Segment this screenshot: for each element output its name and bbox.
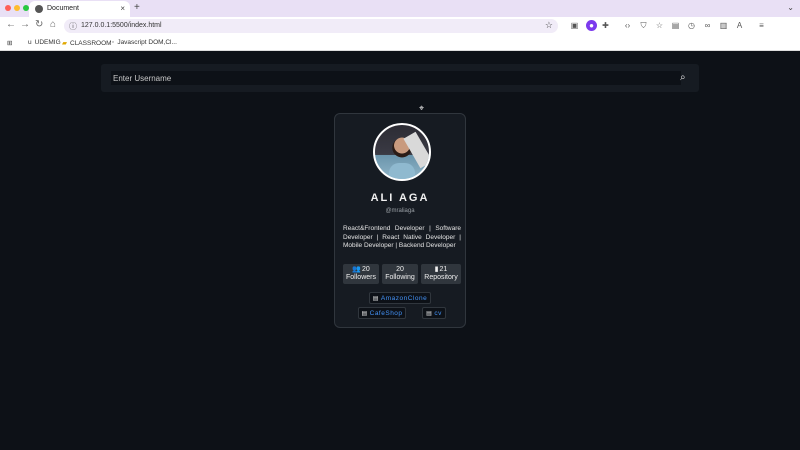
address-url: 127.0.0.1:5500/index.html [81,22,162,29]
address-bar[interactable]: ⓘ 127.0.0.1:5500/index.html ☆ [64,19,558,33]
search-bar [101,64,699,92]
tab-search-icon[interactable]: ⌄ [787,3,794,12]
bookmark-favicon-icon: u [28,39,32,46]
repo-link-cv[interactable]: ▤ cv [422,307,446,319]
following-label: Following [385,274,415,281]
home-icon[interactable]: ⌂ [50,19,56,30]
code-icon[interactable]: ‹› [622,20,633,31]
book-icon: ▤ [426,311,433,317]
profile-username: @mraliaga [385,208,415,214]
repositories-stat[interactable]: ▮21 Repository [421,264,461,284]
book-icon: ▤ [361,311,368,317]
profile-avatar-image [373,123,431,181]
browser-tab[interactable]: Document × [29,1,130,17]
minimize-window-button[interactable] [14,5,20,11]
reload-icon[interactable]: ↻ [35,19,43,30]
globe-icon [35,5,43,13]
followers-stat[interactable]: 👥20 Followers [343,264,379,284]
repo-link-amazonclone[interactable]: ▤ AmazonClone [369,292,431,304]
repositories-count: 21 [439,266,448,273]
repo-link-cafeshop[interactable]: ▤ CafeShop [358,307,406,319]
site-info-icon[interactable]: ⓘ [69,21,77,32]
bookmarks-bar: ⊞ u UDEMIG ▰ CLASSROOM ◦ Javascript DOM,Cl.… [0,35,800,51]
translate-icon[interactable]: A [734,20,745,31]
bookmark-udemig[interactable]: u UDEMIG [28,39,61,46]
extensions-puzzle-icon[interactable]: ✚ [600,20,611,31]
extension-icon[interactable]: ▣ [569,20,580,31]
sidepanel-icon[interactable]: ▥ [718,20,729,31]
browser-tabstrip: Document × + ⌄ [0,0,800,17]
history-icon[interactable]: ◷ [686,20,697,31]
following-stat[interactable]: 20 Following [382,264,418,284]
profile-bio: React&Frontend Developer | Software Deve… [343,225,461,249]
close-window-button[interactable] [5,5,11,11]
book-icon: ▤ [372,296,379,302]
followers-count: 20 [361,266,370,273]
shield-icon[interactable]: ⛉ [638,20,649,31]
repositories-label: Repository [424,274,458,281]
username-search-input[interactable] [111,71,681,85]
link-icon[interactable]: ∞ [702,20,713,31]
browser-toolbar: ← → ↻ ⌂ ⓘ 127.0.0.1:5500/index.html ☆ ▣ … [0,17,800,48]
bookmark-icon: ▮ [434,266,439,273]
followers-label: Followers [346,274,376,281]
following-count: 20 [396,266,404,273]
bookmark-favicon-icon: ◦ [112,39,115,46]
new-tab-button[interactable]: + [134,2,140,13]
bookmark-classroom[interactable]: ▰ CLASSROOM [62,39,112,47]
extension-purple-icon[interactable]: ● [586,20,597,31]
bookmark-javascript-dom[interactable]: ◦ Javascript DOM,Cl... [112,39,177,46]
forward-icon[interactable]: → [20,19,30,30]
profile-name: ALI AGA [370,192,430,204]
classroom-icon: ▰ [62,40,67,47]
apps-grid-icon[interactable]: ⊞ [7,39,12,47]
bookmark-star-icon[interactable]: ☆ [545,20,553,31]
back-icon[interactable]: ← [6,19,16,30]
tab-title: Document [47,5,79,12]
tab-close-button[interactable]: × [120,4,125,13]
profile-card: ALI AGA @mraliaga React&Frontend Develop… [334,113,466,328]
star-icon[interactable]: ☆ [654,20,665,31]
media-icon[interactable]: ≡ [756,20,767,31]
search-button-icon[interactable]: ⌕ [680,72,686,83]
users-icon: 👥 [352,266,361,273]
reading-list-icon[interactable]: ▤ [670,20,681,31]
